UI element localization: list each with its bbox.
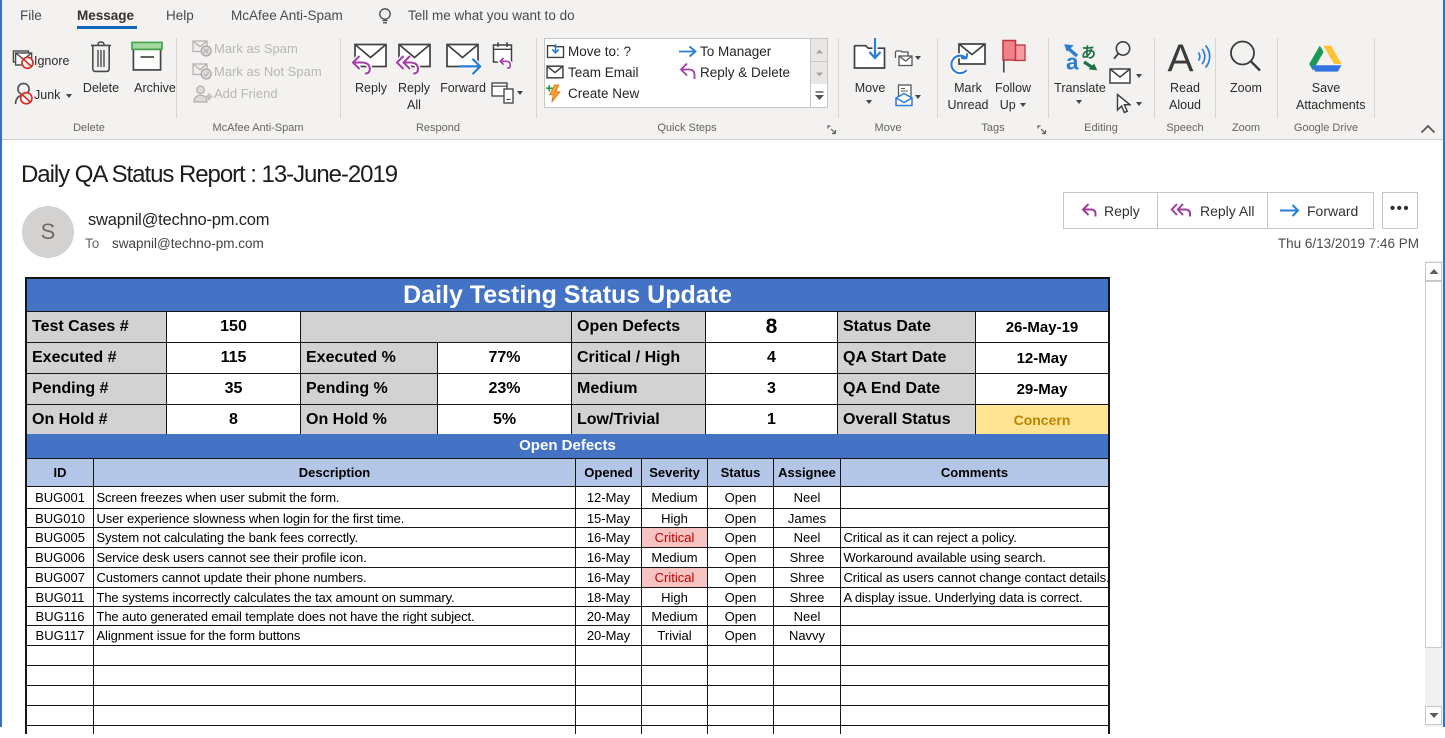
svg-text:あ: あ: [1081, 45, 1096, 62]
svg-text:A: A: [1168, 41, 1194, 74]
